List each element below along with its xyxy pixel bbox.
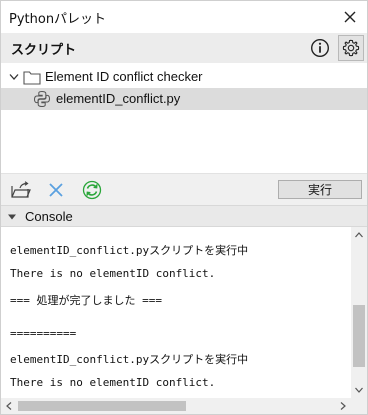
refresh-button[interactable] <box>81 179 103 201</box>
scroll-up-arrow-icon[interactable] <box>351 227 367 243</box>
folder-label: Element ID conflict checker <box>45 69 203 84</box>
console-line: There is no elementID conflict. <box>10 376 216 389</box>
console-line: There is no elementID conflict. <box>10 267 216 280</box>
console-line: elementID_conflict.pyスクリプトを実行中 <box>10 244 249 257</box>
scrollbar-corner <box>351 398 367 414</box>
close-icon <box>344 11 356 23</box>
horizontal-scroll-thumb[interactable] <box>18 401 186 411</box>
run-button[interactable]: 実行 <box>278 180 362 199</box>
delete-x-icon <box>49 183 63 197</box>
scripts-header-label: スクリプト <box>11 42 77 58</box>
script-tree: Element ID conflict checker elementID_co… <box>1 63 367 173</box>
scroll-right-arrow-icon[interactable] <box>335 398 351 414</box>
scroll-left-arrow-icon[interactable] <box>1 398 17 414</box>
vertical-scroll-thumb[interactable] <box>353 305 365 367</box>
scripts-header: スクリプト <box>1 33 367 63</box>
scroll-down-arrow-icon[interactable] <box>351 382 367 398</box>
console-vertical-scrollbar[interactable] <box>351 227 367 398</box>
title-bar: Pythonパレット <box>1 1 367 33</box>
info-button[interactable] <box>309 37 331 59</box>
info-icon <box>310 38 330 58</box>
chevron-down-icon <box>9 74 19 80</box>
close-button[interactable] <box>339 6 361 28</box>
tree-folder-row[interactable]: Element ID conflict checker <box>1 66 367 88</box>
delete-button[interactable] <box>45 179 67 201</box>
open-folder-icon <box>11 181 31 198</box>
collapse-triangle-icon <box>8 214 16 220</box>
gear-icon <box>342 39 360 57</box>
python-palette-panel: Pythonパレット スクリプト Element ID conflict che… <box>0 0 368 415</box>
console-output: elementID_conflict.pyスクリプトを実行中 There is … <box>1 227 351 398</box>
console-label: Console <box>25 209 73 224</box>
file-label: elementID_conflict.py <box>56 91 181 106</box>
console-line: === 処理が完了しました === <box>10 294 162 307</box>
script-toolbar: 実行 <box>1 173 367 205</box>
window-title: Pythonパレット <box>9 11 107 27</box>
python-file-icon <box>33 90 51 108</box>
folder-icon <box>23 71 41 85</box>
console-line: elementID_conflict.pyスクリプトを実行中 <box>10 353 249 366</box>
console-line: ========== <box>10 327 77 340</box>
open-script-button[interactable] <box>10 179 32 201</box>
tree-file-row[interactable]: elementID_conflict.py <box>1 88 367 110</box>
settings-button[interactable] <box>338 35 364 61</box>
expand-toggle[interactable] <box>8 71 20 83</box>
console-header[interactable]: Console <box>1 205 367 227</box>
refresh-icon <box>82 180 102 200</box>
console-horizontal-scrollbar[interactable] <box>1 398 351 414</box>
